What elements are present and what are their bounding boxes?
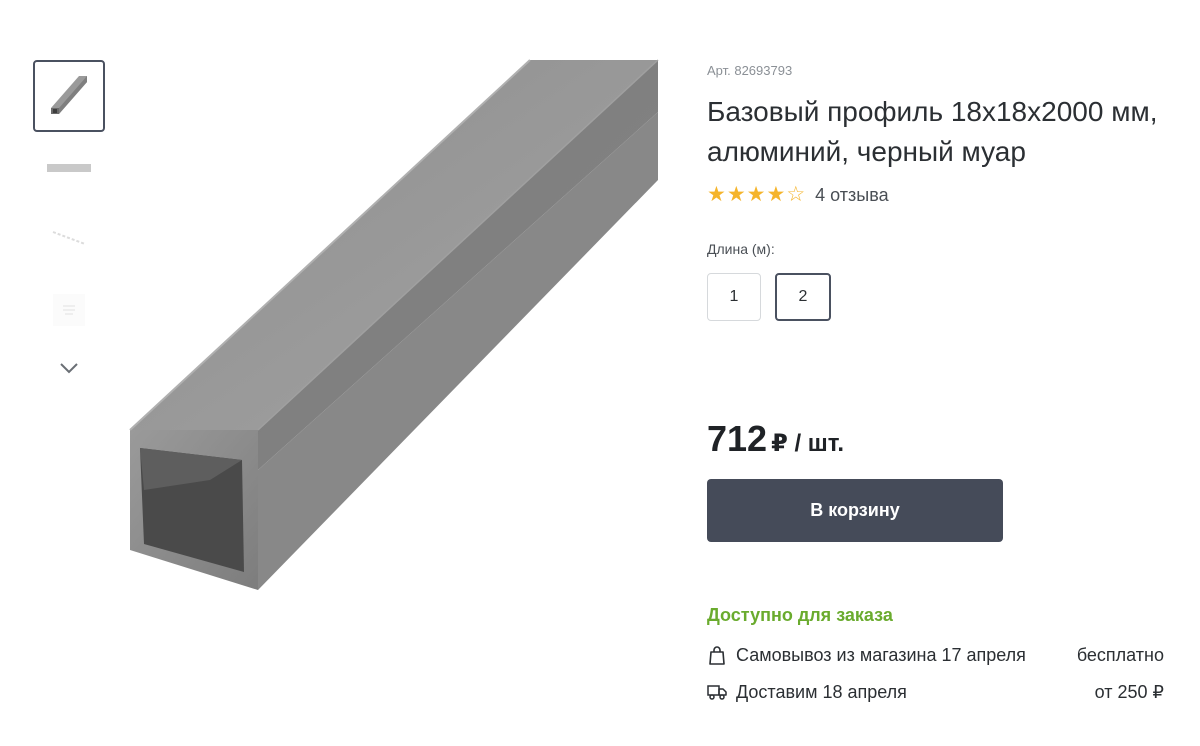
- availability-status: Доступно для заказа: [707, 605, 893, 625]
- pickup-cost: бесплатно: [1076, 644, 1164, 665]
- star-empty-icon: ☆: [786, 183, 806, 206]
- length-label: Длина (м):: [707, 241, 775, 257]
- length-option-2[interactable]: 2: [775, 273, 831, 321]
- pickup-text: Самовывоз из магазина 17 апреля: [736, 644, 1026, 665]
- chevron-down-icon: [60, 363, 78, 374]
- profile-photo-thumb-icon: [51, 76, 87, 114]
- bag-icon: [707, 644, 727, 666]
- thumbnail-3[interactable]: [33, 202, 105, 274]
- product-title: Базовый профиль 18x18x2000 мм, алюминий,…: [707, 96, 1158, 167]
- length-options: 1 2: [707, 273, 831, 321]
- star-filled-icon: ★: [726, 183, 746, 206]
- thumbnail-4[interactable]: [33, 274, 105, 346]
- star-filled-icon: ★: [746, 183, 766, 206]
- price-unit: ₽ / шт.: [771, 430, 845, 457]
- price-value: 712: [707, 418, 768, 459]
- thumbnail-2[interactable]: [33, 132, 105, 204]
- truck-icon: [707, 681, 727, 703]
- product-rating[interactable]: ★ ★ ★ ★ ☆ 4 отзыва: [707, 182, 889, 208]
- profile-drawing-thumb-icon: [53, 294, 85, 326]
- rating-stars: ★ ★ ★ ★ ☆: [707, 182, 805, 208]
- delivery-option: Доставим 18 апреля от 250 ₽: [707, 681, 1164, 703]
- main-product-image[interactable]: [110, 50, 670, 610]
- thumbnail-1[interactable]: [33, 60, 105, 132]
- add-to-cart-button[interactable]: В корзину: [707, 479, 1003, 542]
- delivery-text: Доставим 18 апреля: [736, 681, 907, 702]
- reviews-link[interactable]: 4 отзыва: [815, 185, 888, 206]
- aluminium-profile-image: [129, 59, 659, 590]
- profile-diagonal-thumb-icon: [52, 231, 86, 245]
- length-option-1[interactable]: 1: [707, 273, 761, 321]
- star-filled-icon: ★: [766, 183, 786, 206]
- pickup-option: Самовывоз из магазина 17 апреля бесплатн…: [707, 644, 1164, 666]
- profile-bar-thumb-icon: [47, 164, 91, 172]
- thumbnails-next-button[interactable]: [55, 354, 83, 382]
- product-sku: Арт. 82693793: [707, 63, 793, 78]
- product-price: 712 ₽ / шт.: [707, 418, 844, 460]
- delivery-cost: от 250 ₽: [1094, 681, 1164, 702]
- star-filled-icon: ★: [707, 183, 726, 206]
